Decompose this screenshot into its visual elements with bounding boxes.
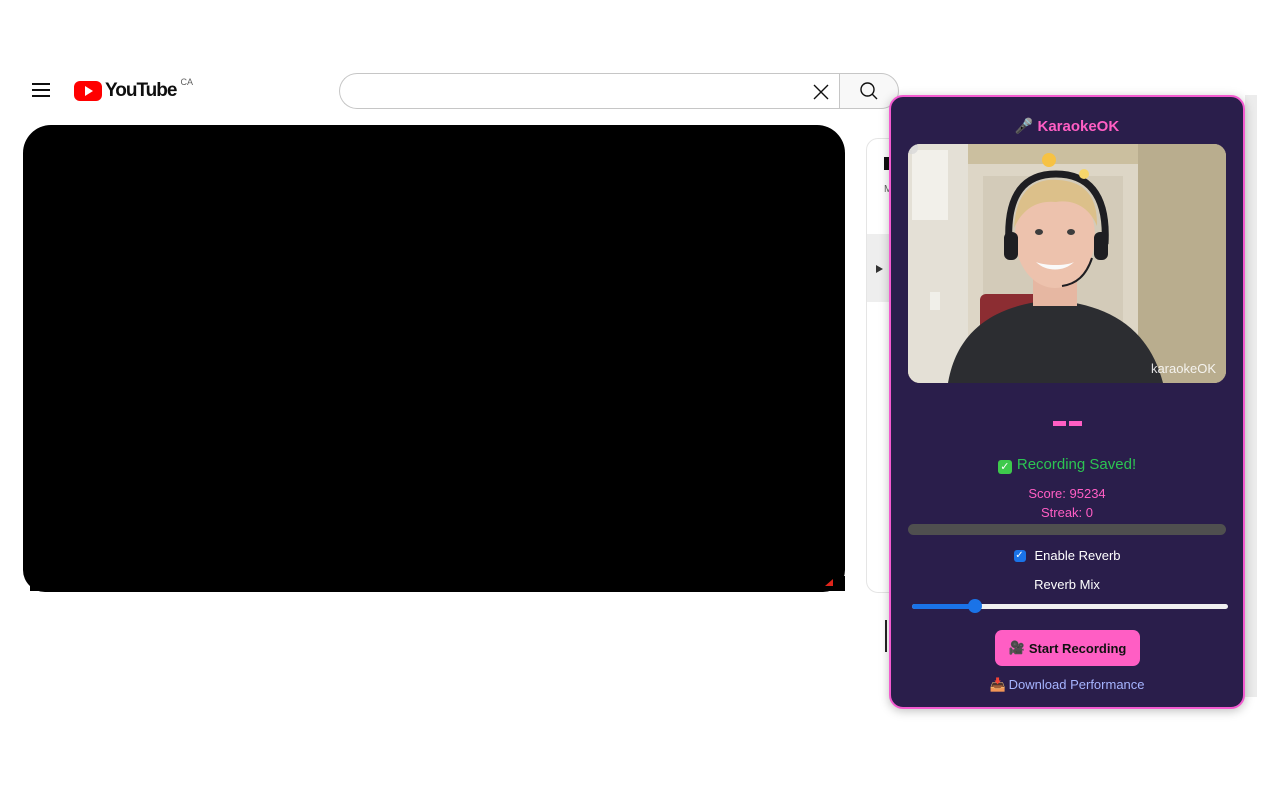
search-icon <box>860 82 878 100</box>
panel-title: 🎤 KaraokeOK <box>891 117 1243 135</box>
panel-title-text: KaraokeOK <box>1037 118 1120 135</box>
search-input[interactable] <box>356 74 799 110</box>
download-performance-link[interactable]: 📥 Download Performance <box>891 677 1243 693</box>
panel-edge <box>1245 95 1257 697</box>
checkmark-icon: ✓ <box>997 460 1012 474</box>
streak-text: Streak: 0 <box>1040 505 1094 520</box>
reverb-toggle-row: ✓ Enable Reverb <box>891 548 1243 563</box>
score-text: Score: 95234 <box>1028 486 1106 501</box>
recording-status: ✓ Recording Saved! <box>891 456 1243 474</box>
reverb-mix-label: Reverb Mix <box>1034 577 1100 592</box>
start-recording-button[interactable]: 🎥 Start Recording <box>995 630 1140 666</box>
reverb-checkbox[interactable]: ✓ <box>1013 549 1026 562</box>
reverb-label: Enable Reverb <box>1034 548 1121 563</box>
pitch-indicator <box>1053 421 1083 426</box>
logo-text: YouTube <box>105 80 177 101</box>
webcam-preview: karaokeOK <box>908 144 1226 383</box>
slider-fill <box>912 604 976 609</box>
download-tray-icon: 📥 <box>989 677 1006 692</box>
youtube-logo[interactable]: YouTube CA <box>74 77 193 103</box>
country-code: CA <box>180 77 193 87</box>
reverb-mix-slider[interactable] <box>912 599 1228 613</box>
slider-thumb[interactable] <box>968 599 983 613</box>
youtube-play-icon <box>74 81 102 101</box>
start-recording-label: Start Recording <box>1028 640 1127 656</box>
close-icon[interactable] <box>809 80 833 104</box>
video-camera-icon: 🎥 <box>1008 640 1025 655</box>
menu-icon[interactable] <box>32 82 50 98</box>
search-bar <box>339 73 899 110</box>
play-icon <box>876 265 883 273</box>
webcam-image <box>908 144 1226 383</box>
camera-watermark: karaokeOK <box>1150 361 1216 376</box>
video-player-bottom <box>30 576 845 591</box>
recording-status-text: Recording Saved! <box>1016 456 1137 473</box>
progress-bar <box>908 524 1226 535</box>
karaoke-panel: 🎤 KaraokeOK karaokeOK ✓ Recording Saved!… <box>889 95 1245 709</box>
player-corner-icon <box>825 579 833 586</box>
search-box <box>339 73 839 110</box>
side-divider <box>885 620 887 652</box>
video-player[interactable] <box>23 125 845 592</box>
download-performance-label: Download Performance <box>1008 677 1145 692</box>
microphone-icon: 🎤 <box>1014 118 1034 135</box>
